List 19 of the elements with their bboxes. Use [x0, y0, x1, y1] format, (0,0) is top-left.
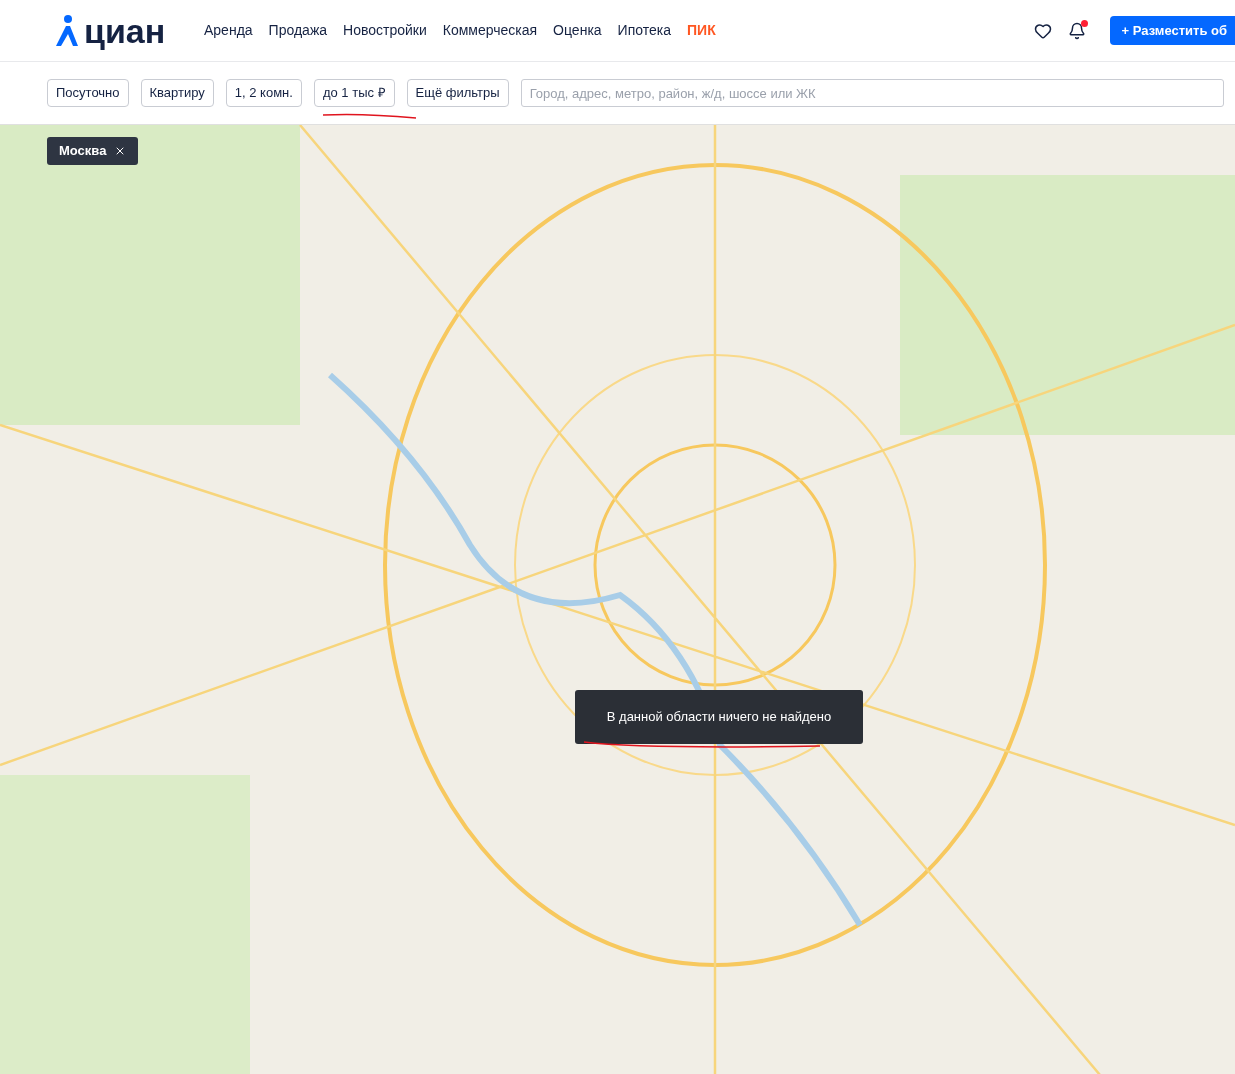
nav-link[interactable]: Ипотека	[617, 20, 671, 41]
nav-link[interactable]: Аренда	[204, 20, 253, 41]
nav-link[interactable]: Новостройки	[343, 20, 427, 41]
filter-button[interactable]: 1, 2 комн.	[225, 79, 302, 107]
filter-button[interactable]: до 1 тыс ₽	[313, 79, 395, 107]
post-ad-button[interactable]: + Разместить об	[1109, 16, 1235, 45]
nav-link[interactable]: Продажа	[268, 20, 328, 41]
filter-button[interactable]: Квартиру	[140, 79, 214, 107]
logo-person-icon	[54, 13, 80, 48]
search-field[interactable]: Город, адрес, метро, район, ж/д, шоссе или ЖК	[520, 79, 1224, 107]
filter-button[interactable]: Ещё фильтры	[406, 79, 509, 107]
nav-link[interactable]: Коммерческая	[442, 20, 538, 41]
notice-tooltip: В данной области ничего не найдено	[575, 690, 863, 744]
bell-icon[interactable]	[1067, 21, 1086, 40]
filter-button[interactable]: Посуточно	[47, 79, 129, 107]
nav-link[interactable]: Оценка	[553, 20, 602, 41]
region-chip[interactable]: Москва	[47, 137, 139, 165]
favorites-icon[interactable]	[1033, 21, 1052, 40]
logo-text[interactable]: циан	[84, 13, 166, 48]
